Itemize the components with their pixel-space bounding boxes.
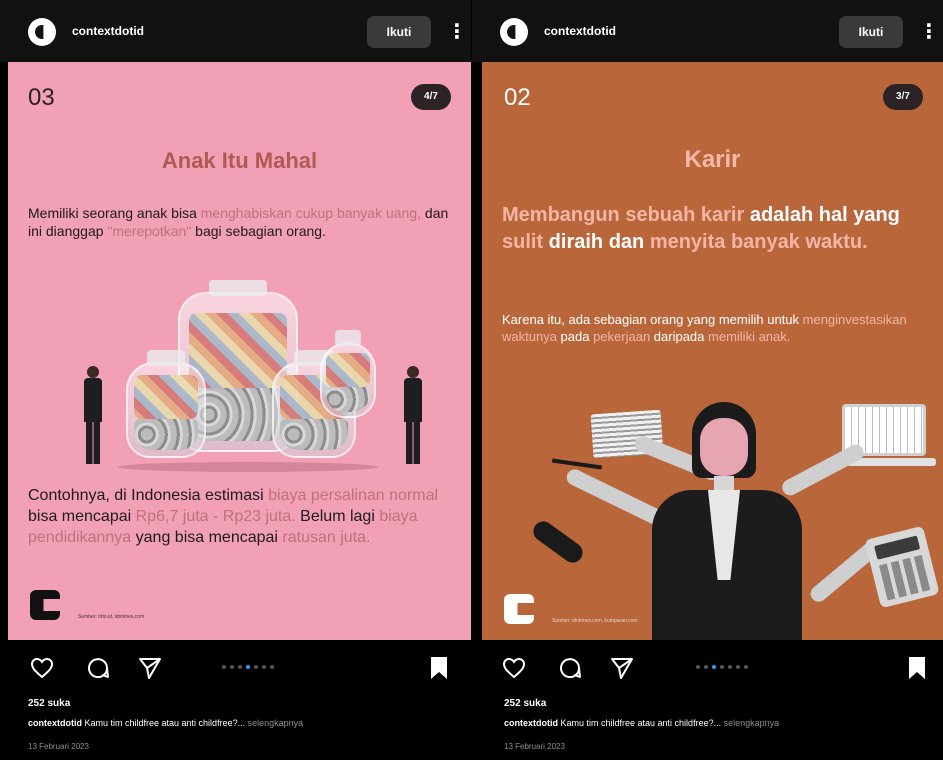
carousel-dot [262, 665, 266, 669]
more-options-icon[interactable]: ⋮ [919, 20, 939, 44]
avatar[interactable] [28, 18, 56, 46]
slide-paragraph-2: Contohnya, di Indonesia estimasi biaya p… [28, 486, 451, 548]
context-logo [504, 594, 538, 624]
more-options-icon[interactable]: ⋮ [447, 20, 467, 44]
carousel-slide[interactable]: 02 3/7 Karir Membangun sebuah karir adal… [482, 62, 943, 640]
highlight-text: memiliki anak. [708, 328, 791, 344]
carousel-dot [704, 665, 708, 669]
post-date: 13 Februari 2023 [504, 742, 565, 751]
post-date: 13 Februari 2023 [28, 742, 89, 751]
slide-counter: 4/7 [411, 84, 451, 110]
share-icon[interactable] [138, 656, 162, 680]
carousel-dot [254, 665, 258, 669]
heart-icon[interactable] [502, 656, 526, 680]
pen [551, 458, 603, 470]
caption-more-link[interactable]: selengkapnya [245, 718, 304, 728]
carousel-dot [720, 665, 724, 669]
money-jars-illustration [58, 280, 438, 472]
comment-icon[interactable] [86, 656, 110, 680]
highlight-text: Rp6,7 juta - Rp23 juta. [135, 507, 296, 525]
paragraph-text: adalah hal yang [744, 204, 900, 226]
caption-username[interactable]: contextdotid [504, 718, 558, 728]
paragraph-text: Belum lagi [295, 507, 380, 525]
ground-shadow [118, 462, 378, 472]
slide-paragraph-1: Memiliki seorang anak bisa menghabiskan … [28, 204, 451, 240]
paragraph-text: bisa mencapai [28, 507, 136, 525]
follow-button[interactable]: Ikuti [367, 16, 431, 48]
post-actions [0, 640, 471, 690]
highlight-text: menghabiskan cukup banyak uang, [200, 205, 422, 221]
carousel-dot [238, 665, 242, 669]
carousel-slide[interactable]: 03 4/7 Anak Itu Mahal Memiliki seorang a… [8, 62, 471, 640]
caption-text: Kamu tim childfree atau anti childfree?.… [82, 718, 246, 728]
slide-number: 03 [28, 84, 55, 111]
post-right: contextdotid Ikuti ⋮ 02 3/7 Karir Memban… [472, 0, 943, 760]
highlight-text: ratusan juta. [282, 528, 371, 546]
carousel-dot [696, 665, 700, 669]
like-count[interactable]: 252 suka [28, 698, 70, 709]
heart-icon[interactable] [30, 656, 54, 680]
paragraph-text: pada [556, 328, 594, 344]
paragraph-text: Karena itu, ada sebagian orang yang memi… [502, 312, 803, 327]
carousel-dot [744, 665, 748, 669]
carousel-dot [736, 665, 740, 669]
highlight-text: sulit [502, 231, 544, 253]
highlight-text: Membangun sebuah karir [502, 204, 745, 226]
multitasking-woman-illustration [529, 392, 942, 640]
caption: contextdotid Kamu tim childfree atau ant… [28, 718, 303, 728]
paragraph-text: Memiliki seorang anak bisa [28, 205, 201, 221]
username[interactable]: contextdotid [544, 24, 616, 38]
jar-left [126, 350, 206, 458]
slide-counter: 3/7 [883, 84, 923, 110]
slide-paragraph-2: Karena itu, ada sebagian orang yang memi… [502, 312, 923, 346]
slide-paragraph-1: Membangun sebuah karir adalah hal yang s… [502, 202, 923, 256]
paragraph-text: bagi sebagian orang. [191, 223, 326, 240]
carousel-dot [222, 665, 226, 669]
avatar[interactable] [500, 18, 528, 46]
post-header: contextdotid Ikuti ⋮ [472, 0, 943, 62]
woman-figure [642, 402, 822, 640]
carousel-dot [712, 665, 716, 669]
slide-footnote: Sumber: tirto.id, idntimes.com [78, 614, 145, 620]
share-icon[interactable] [610, 656, 634, 680]
paragraph-text: yang bisa mencapai [131, 528, 283, 546]
comment-icon[interactable] [558, 656, 582, 680]
carousel-dot [230, 665, 234, 669]
paragraph-text: daripada [650, 328, 709, 344]
businessman-right [404, 366, 422, 464]
highlight-text: biaya persalinan normal [268, 487, 439, 504]
carousel-indicator [222, 665, 274, 669]
post-actions [472, 640, 943, 690]
microphone [529, 517, 587, 567]
slide-title: Anak Itu Mahal [161, 148, 318, 173]
slide-number: 02 [504, 84, 531, 111]
carousel-dot [728, 665, 732, 669]
carousel-indicator [696, 665, 748, 669]
slide-footnote: Sumber: idntimes.com, kumparan.com [552, 618, 638, 624]
follow-button[interactable]: Ikuti [839, 16, 903, 48]
context-logo [30, 590, 64, 620]
caption-username[interactable]: contextdotid [28, 718, 82, 728]
highlight-text: menyita banyak waktu. [649, 231, 868, 253]
paragraph-text: diraih dan [543, 231, 650, 253]
jar-small [320, 330, 376, 418]
calculator [864, 525, 940, 609]
businessman-left [84, 366, 102, 464]
bookmark-icon[interactable] [427, 656, 451, 680]
paragraph-text: Contohnya, di Indonesia estimasi [28, 487, 269, 504]
highlight-text: pekerjaan [593, 328, 651, 344]
post-left: contextdotid Ikuti ⋮ 03 4/7 Anak Itu Mah… [0, 0, 471, 760]
caption: contextdotid Kamu tim childfree atau ant… [504, 718, 779, 728]
highlight-text: "merepotkan" [107, 223, 192, 240]
slide-title: Karir [684, 146, 741, 173]
carousel-dot [270, 665, 274, 669]
username[interactable]: contextdotid [72, 24, 144, 38]
like-count[interactable]: 252 suka [504, 698, 546, 709]
bookmark-icon[interactable] [905, 656, 929, 680]
post-header: contextdotid Ikuti ⋮ [0, 0, 471, 62]
caption-text: Kamu tim childfree atau anti childfree?.… [558, 718, 722, 728]
carousel-dot [246, 665, 250, 669]
caption-more-link[interactable]: selengkapnya [721, 718, 780, 728]
